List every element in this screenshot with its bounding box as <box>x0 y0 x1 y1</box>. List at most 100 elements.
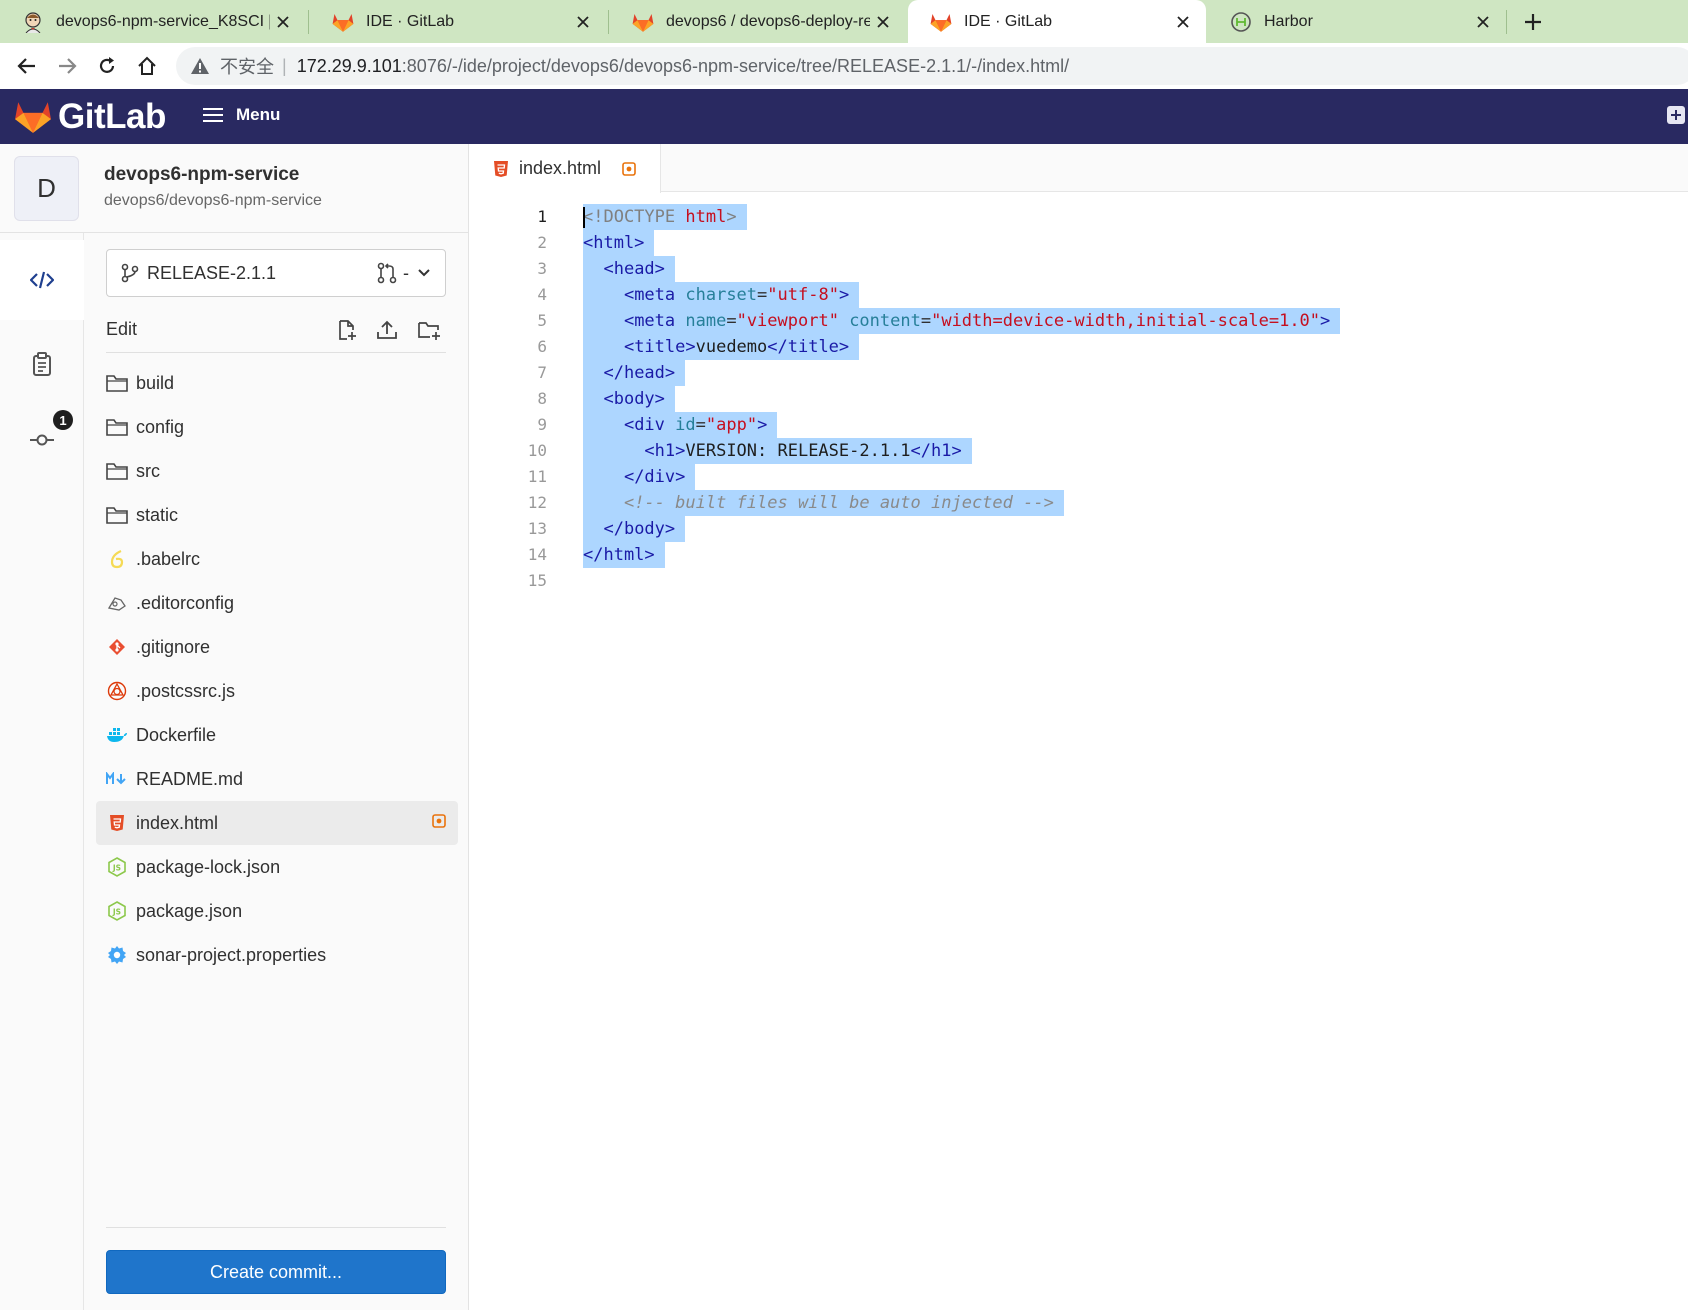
browser-tab-4-active[interactable]: IDE · GitLab <box>908 0 1206 43</box>
code-line[interactable]: 1 <!DOCTYPE html> <box>469 204 1688 230</box>
edit-toolbar: Edit <box>106 311 446 353</box>
activity-bar: 1 <box>0 144 84 1310</box>
code-line[interactable]: 4 <meta charset="utf-8"> <box>469 282 1688 308</box>
close-icon[interactable] <box>570 9 596 35</box>
code-token: content <box>849 311 921 331</box>
reload-button[interactable] <box>92 51 122 81</box>
editor-tab-strip: index.html <box>469 144 1688 193</box>
code-token: "utf-8" <box>767 285 839 305</box>
create-commit-button[interactable]: Create commit... <box>106 1250 446 1294</box>
code-line[interactable]: 10 <h1>VERSION: RELEASE-2.1.1</h1> <box>469 438 1688 464</box>
branch-name: RELEASE-2.1.1 <box>147 262 277 283</box>
tree-item-babelrc[interactable]: .babelrc <box>96 537 458 581</box>
review-mode-button[interactable] <box>0 324 84 404</box>
code-line[interactable]: 14 </html> <box>469 542 1688 568</box>
tree-item-editorconfig[interactable]: .editorconfig <box>96 581 458 625</box>
code-line[interactable]: 2 <html> <box>469 230 1688 256</box>
forward-button[interactable] <box>52 51 82 81</box>
tree-item-config[interactable]: config <box>96 405 458 449</box>
tree-item-label: package.json <box>136 900 243 921</box>
close-icon[interactable] <box>1470 9 1496 35</box>
code-line[interactable]: 15 <box>469 568 1688 594</box>
code-text: <meta name="viewport" content="width=dev… <box>583 308 1341 334</box>
upload-file-button[interactable] <box>372 315 402 345</box>
file-tree: build config src static .babelrc .editor… <box>96 361 458 977</box>
tree-item-label: config <box>136 416 185 437</box>
code-line[interactable]: 13 </body> <box>469 516 1688 542</box>
editorconfig-icon <box>106 592 128 614</box>
browser-tab-3[interactable]: devops6 / devops6-deploy-re <box>610 0 906 43</box>
tree-item-gitignore[interactable]: .gitignore <box>96 625 458 669</box>
editor-tab-index-html[interactable]: index.html <box>469 144 661 193</box>
tree-item-sonar-properties[interactable]: sonar-project.properties <box>96 933 458 977</box>
new-file-icon <box>339 320 356 340</box>
code-line[interactable]: 6 <title>vuedemo</title> <box>469 334 1688 360</box>
browser-tab-1[interactable]: devops6-npm-service_K8SCI [ <box>0 0 306 43</box>
tree-item-package-lock[interactable]: JS package-lock.json <box>96 845 458 889</box>
menu-button[interactable]: Menu <box>202 105 280 125</box>
upload-icon <box>377 320 397 339</box>
back-button[interactable] <box>12 51 42 81</box>
code-token: > <box>838 285 850 305</box>
tree-item-static[interactable]: static <box>96 493 458 537</box>
code-text: </body> <box>583 516 686 542</box>
new-directory-button[interactable] <box>414 315 444 345</box>
code-line[interactable]: 8 <body> <box>469 386 1688 412</box>
modified-indicator-icon[interactable] <box>622 161 636 176</box>
code-token: charset <box>685 285 758 305</box>
line-number: 3 <box>537 259 547 278</box>
code-editor[interactable]: 1 <!DOCTYPE html> 2 <html> 3 <head> 4 <meta c… <box>469 192 1688 594</box>
project-header: D devops6-npm-service devops6/devops6-np… <box>0 144 469 233</box>
merge-request-icon <box>377 262 397 284</box>
tree-item-readme[interactable]: README.md <box>96 757 458 801</box>
edit-mode-button[interactable] <box>0 240 84 320</box>
browser-tab-2[interactable]: IDE · GitLab <box>310 0 606 43</box>
code-text: </html> <box>583 542 665 568</box>
git-icon <box>106 636 128 658</box>
code-line[interactable]: 11 </div> <box>469 464 1688 490</box>
new-tab-button[interactable] <box>1518 7 1548 37</box>
code-token: = <box>920 311 932 331</box>
close-icon[interactable] <box>870 9 896 35</box>
code-text: <head> <box>583 256 675 282</box>
edit-label: Edit <box>106 319 138 339</box>
code-line[interactable]: 5 <meta name="viewport" content="width=d… <box>469 308 1688 334</box>
new-folder-icon <box>418 322 440 340</box>
project-avatar[interactable]: D <box>14 156 79 221</box>
close-icon[interactable] <box>1170 9 1196 35</box>
new-file-button[interactable] <box>332 315 362 345</box>
code-line[interactable]: 3 <head> <box>469 256 1688 282</box>
line-number: 6 <box>537 337 547 356</box>
commit-icon <box>30 434 54 446</box>
folder-icon <box>106 460 128 482</box>
code-line[interactable]: 12 <!-- built files will be auto injecte… <box>469 490 1688 516</box>
tree-item-package-json[interactable]: JS package.json <box>96 889 458 933</box>
tree-item-index-html[interactable]: index.html <box>96 801 458 845</box>
tree-item-dockerfile[interactable]: Dockerfile <box>96 713 458 757</box>
tree-item-src[interactable]: src <box>96 449 458 493</box>
new-item-button[interactable] <box>1667 106 1685 124</box>
commit-mode-button[interactable]: 1 <box>0 400 84 480</box>
gitlab-wordmark[interactable]: GitLab <box>58 97 166 137</box>
close-icon[interactable] <box>270 9 296 35</box>
gitlab-logo-icon[interactable] <box>14 98 52 134</box>
browser-tab-5[interactable]: Harbor <box>1208 0 1506 43</box>
tree-item-postcssrc[interactable]: .postcssrc.js <box>96 669 458 713</box>
code-token: > <box>726 207 737 227</box>
folder-icon <box>106 416 128 438</box>
address-bar[interactable]: 不安全 | 172.29.9.101 :8076/-/ide/project/d… <box>176 47 1688 85</box>
project-name[interactable]: devops6-npm-service <box>104 164 299 186</box>
tree-item-label: sonar-project.properties <box>136 944 327 965</box>
code-token: <body> <box>603 389 665 409</box>
project-path: devops6/devops6-npm-service <box>104 192 322 209</box>
code-icon <box>30 271 54 289</box>
home-button[interactable] <box>132 51 162 81</box>
browser-tab-title: devops6-npm-service_K8SCI [ <box>56 12 270 30</box>
code-line[interactable]: 9 <div id="app"> <box>469 412 1688 438</box>
security-label: 不安全 <box>220 57 274 77</box>
svg-text:JS: JS <box>112 864 121 873</box>
tree-item-build[interactable]: build <box>96 361 458 405</box>
file-panel: RELEASE-2.1.1 - Edit build config src st… <box>84 233 469 1310</box>
code-line[interactable]: 7 </head> <box>469 360 1688 386</box>
branch-dropdown[interactable]: RELEASE-2.1.1 - <box>106 249 446 297</box>
